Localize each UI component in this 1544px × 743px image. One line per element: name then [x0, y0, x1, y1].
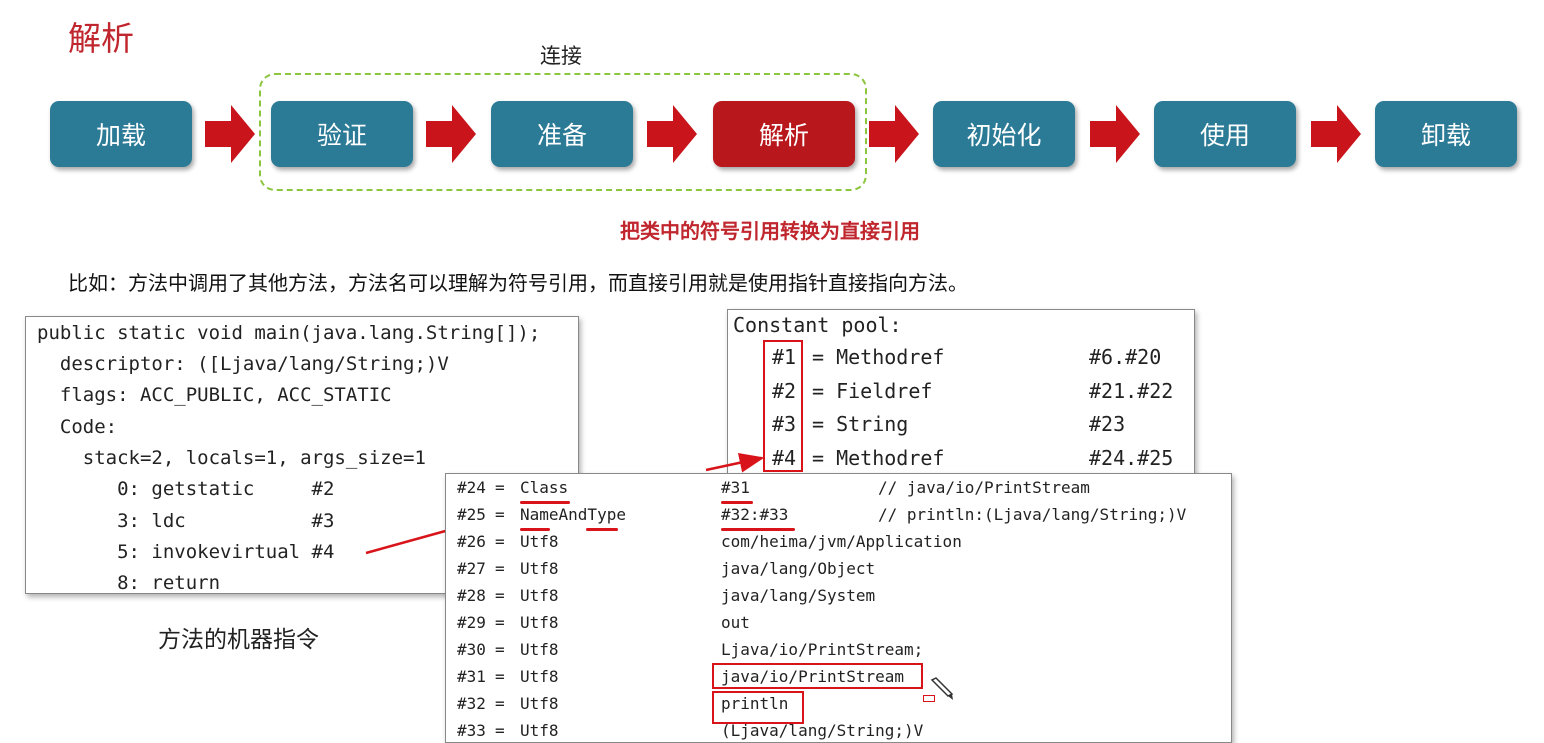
cp-type: Utf8 — [520, 559, 559, 578]
underline-ref32-33 — [721, 528, 795, 531]
underline-class — [520, 501, 570, 504]
cp-type: Utf8 — [520, 640, 559, 659]
cp-type: Utf8 — [520, 694, 559, 713]
cp-value: Ljava/io/PrintStream; — [721, 640, 924, 659]
cp-type: Utf8 — [520, 613, 559, 632]
cp-ref: #26 — [457, 532, 486, 551]
cp-value: #31 — [721, 478, 750, 497]
cp-ref: #30 — [457, 640, 486, 659]
underline-ref31 — [721, 501, 753, 504]
cp-eq: = — [495, 478, 505, 497]
cp-ref: #24 — [457, 478, 486, 497]
cp-comment: // println:(Ljava/lang/String;)V — [878, 505, 1187, 524]
cp-type: Utf8 — [520, 586, 559, 605]
cp-eq: = — [495, 613, 505, 632]
constant-pool-detail-panel: #24 = Class #31 // java/io/PrintStream #… — [445, 473, 1232, 743]
cp-eq: = — [495, 505, 505, 524]
cp-ref: #32 — [457, 694, 486, 713]
highlight-printstream-box — [712, 663, 923, 689]
cp-type: Class — [520, 478, 569, 497]
cp-value: com/heima/jvm/Application — [721, 532, 962, 551]
cp-value: out — [721, 613, 750, 632]
cp-eq: = — [495, 694, 505, 713]
cp-ref: #28 — [457, 586, 486, 605]
cp-ref: #31 — [457, 667, 486, 686]
cp-ref: #27 — [457, 559, 486, 578]
cp-type: Utf8 — [520, 721, 559, 740]
underline-type — [586, 528, 618, 531]
cp-eq: = — [495, 721, 505, 740]
cp-type: Utf8 — [520, 667, 559, 686]
cp-comment: // java/io/PrintStream — [878, 478, 1090, 497]
cp-type: Utf8 — [520, 532, 559, 551]
cp-value: java/lang/Object — [721, 559, 876, 578]
cp-ref: #29 — [457, 613, 486, 632]
underline-name — [520, 528, 550, 531]
cp-value: (Ljava/lang/String;)V — [721, 721, 924, 740]
cp-eq: = — [495, 640, 505, 659]
cursor-marker — [923, 695, 935, 702]
cp-eq: = — [495, 667, 505, 686]
cp-eq: = — [495, 586, 505, 605]
cp-ref: #33 — [457, 721, 486, 740]
cp-eq: = — [495, 559, 505, 578]
cp-eq: = — [495, 532, 505, 551]
cp-value: java/lang/System — [721, 586, 876, 605]
cp-value: #32:#33 — [721, 505, 789, 524]
highlight-println-box — [712, 691, 804, 724]
cp-ref: #25 — [457, 505, 486, 524]
cp-type: NameAndType — [520, 505, 626, 524]
